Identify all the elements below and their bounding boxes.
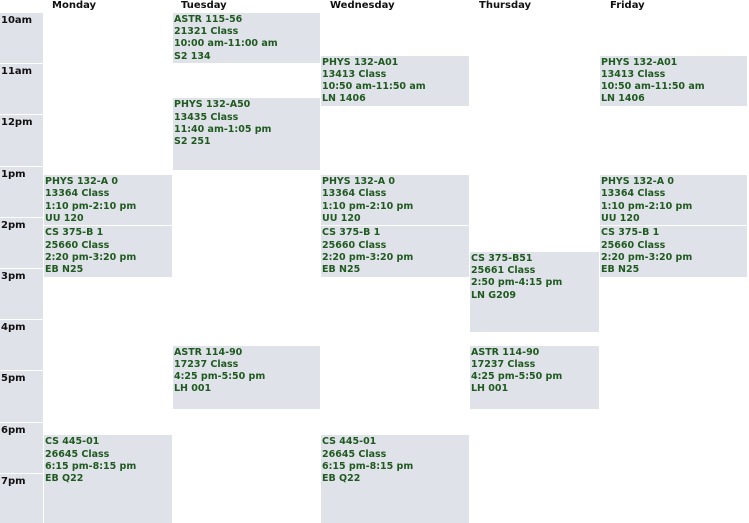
event-course: PHYS 132-A01 xyxy=(601,56,678,68)
event-time: 2:50 pm-4:15 pm xyxy=(471,277,563,289)
event-course: PHYS 132-A01 xyxy=(322,56,399,68)
time-label-5pm: 5pm xyxy=(0,370,43,422)
event-class-no: 25660 Class xyxy=(601,239,666,251)
event-room: LH 001 xyxy=(471,383,509,395)
class-event[interactable]: CS 375-B51 25661 Class 2:50 pm-4:15 pm LN G… xyxy=(470,250,599,332)
event-course: PHYS 132-A 0 xyxy=(601,176,674,188)
time-label-4pm: 4pm xyxy=(0,319,43,371)
event-room: LN 1406 xyxy=(601,93,645,105)
time-label-1pm: 1pm xyxy=(0,165,43,217)
event-course: CS 445-01 xyxy=(45,436,100,448)
event-class-no: 17237 Class xyxy=(174,359,239,370)
class-event[interactable]: PHYS 132-A 0 13364 Class 1:10 pm-2:10 pm UU… xyxy=(44,174,172,226)
event-course: CS 375-B 1 xyxy=(601,227,660,239)
event-class-no: 25660 Class xyxy=(322,239,387,251)
time-label-7pm: 7pm xyxy=(0,472,43,523)
event-time: 2:20 pm-3:20 pm xyxy=(322,251,414,263)
event-class-no: 25661 Class xyxy=(471,265,536,277)
event-time: 2:20 pm-3:20 pm xyxy=(45,251,137,263)
time-label-6pm: 6pm xyxy=(0,421,43,473)
event-course: ASTR 114-90 xyxy=(174,346,243,358)
event-class-no: 13364 Class xyxy=(601,188,666,200)
event-class-no: 17237 Class xyxy=(471,359,536,370)
event-time: 6:15 pm-8:15 pm xyxy=(322,460,414,472)
event-course: PHYS 132-A50 xyxy=(174,99,251,111)
time-label-11am: 11am xyxy=(0,63,43,115)
event-course: PHYS 132-A 0 xyxy=(322,176,395,188)
event-room: EB N25 xyxy=(322,263,361,275)
class-event[interactable]: ASTR 115-56 21321 Class 10:00 am-11:00 am S… xyxy=(173,12,320,64)
event-course: CS 375-B 1 xyxy=(322,227,381,239)
class-event[interactable]: ASTR 114-90 17237 Class 4:25 pm-5:50 pm LH … xyxy=(470,344,599,409)
event-time: 4:25 pm-5:50 pm xyxy=(471,371,563,383)
time-label-10am: 10am xyxy=(0,12,43,64)
class-event[interactable]: CS 375-B 1 25660 Class 2:20 pm-3:20 pm EB N… xyxy=(44,225,172,277)
event-class-no: 26645 Class xyxy=(45,448,110,460)
day-header-friday: Friday xyxy=(610,0,645,11)
event-time: 11:40 am-1:05 pm xyxy=(174,123,272,135)
event-class-no: 13413 Class xyxy=(601,68,666,80)
class-event[interactable]: CS 375-B 1 25660 Class 2:20 pm-3:20 pm EB N… xyxy=(600,225,747,277)
class-event[interactable]: PHYS 132-A01 13413 Class 10:50 am-11:50 am… xyxy=(600,54,747,106)
event-room: S2 251 xyxy=(174,135,211,147)
event-room: LN G209 xyxy=(471,289,516,301)
class-event[interactable]: ASTR 114-90 17237 Class 4:25 pm-5:50 pm LH … xyxy=(173,344,320,409)
event-time: 1:10 pm-2:10 pm xyxy=(322,200,414,212)
event-class-no: 25660 Class xyxy=(45,239,110,251)
event-room: S2 134 xyxy=(174,50,211,62)
event-time: 10:50 am-11:50 am xyxy=(601,81,705,93)
event-class-no: 13435 Class xyxy=(174,111,239,123)
day-header-monday: Monday xyxy=(52,0,97,11)
weekly-schedule: Monday Tuesday Wednesday Thursday Friday 10am… xyxy=(0,0,749,523)
time-label-3pm: 3pm xyxy=(0,268,43,320)
class-event[interactable]: CS 375-B 1 25660 Class 2:20 pm-3:20 pm EB N… xyxy=(321,225,469,277)
event-room: EB N25 xyxy=(45,263,84,275)
event-room: LH 001 xyxy=(174,383,212,395)
event-time: 10:00 am-11:00 am xyxy=(174,38,278,50)
class-event[interactable]: PHYS 132-A01 13413 Class 10:50 am-11:50 am… xyxy=(321,54,469,106)
class-event[interactable]: PHYS 132-A 0 13364 Class 1:10 pm-2:10 pm UU… xyxy=(321,174,469,226)
time-label-12pm: 12pm xyxy=(0,114,43,166)
class-event[interactable]: PHYS 132-A50 13435 Class 11:40 am-1:05 pm S… xyxy=(173,97,320,170)
event-room: EB N25 xyxy=(601,263,640,275)
event-room: EB Q22 xyxy=(322,473,361,484)
event-course: ASTR 114-90 xyxy=(471,346,540,358)
event-time: 1:10 pm-2:10 pm xyxy=(45,200,137,212)
day-header-thursday: Thursday xyxy=(479,0,532,11)
event-time: 6:15 pm-8:15 pm xyxy=(45,460,137,472)
event-room: EB Q22 xyxy=(45,473,84,484)
event-room: LN 1406 xyxy=(322,93,366,105)
event-class-no: 13364 Class xyxy=(45,188,110,200)
event-course: CS 445-01 xyxy=(322,436,377,448)
event-course: CS 375-B 1 xyxy=(45,227,104,239)
event-room: UU 120 xyxy=(322,212,361,224)
time-label-2pm: 2pm xyxy=(0,216,43,268)
event-time: 10:50 am-11:50 am xyxy=(322,81,426,93)
event-room: UU 120 xyxy=(601,212,640,224)
class-event[interactable]: CS 445-01 26645 Class 6:15 pm-8:15 pm EB Q2… xyxy=(321,434,469,523)
event-class-no: 21321 Class xyxy=(174,26,239,38)
event-course: ASTR 115-56 xyxy=(174,14,243,25)
event-time: 1:10 pm-2:10 pm xyxy=(601,200,693,212)
event-course: CS 375-B51 xyxy=(471,252,533,264)
event-class-no: 13364 Class xyxy=(322,188,387,200)
event-time: 4:25 pm-5:50 pm xyxy=(174,371,266,383)
event-class-no: 26645 Class xyxy=(322,448,387,460)
event-course: PHYS 132-A 0 xyxy=(45,176,118,188)
event-class-no: 13413 Class xyxy=(322,68,387,80)
class-event[interactable]: CS 445-01 26645 Class 6:15 pm-8:15 pm EB Q2… xyxy=(44,434,172,523)
event-room: UU 120 xyxy=(45,212,84,224)
day-header-tuesday: Tuesday xyxy=(181,0,227,11)
class-event[interactable]: PHYS 132-A 0 13364 Class 1:10 pm-2:10 pm UU… xyxy=(600,174,747,226)
day-header-wednesday: Wednesday xyxy=(330,0,395,11)
event-time: 2:20 pm-3:20 pm xyxy=(601,251,693,263)
